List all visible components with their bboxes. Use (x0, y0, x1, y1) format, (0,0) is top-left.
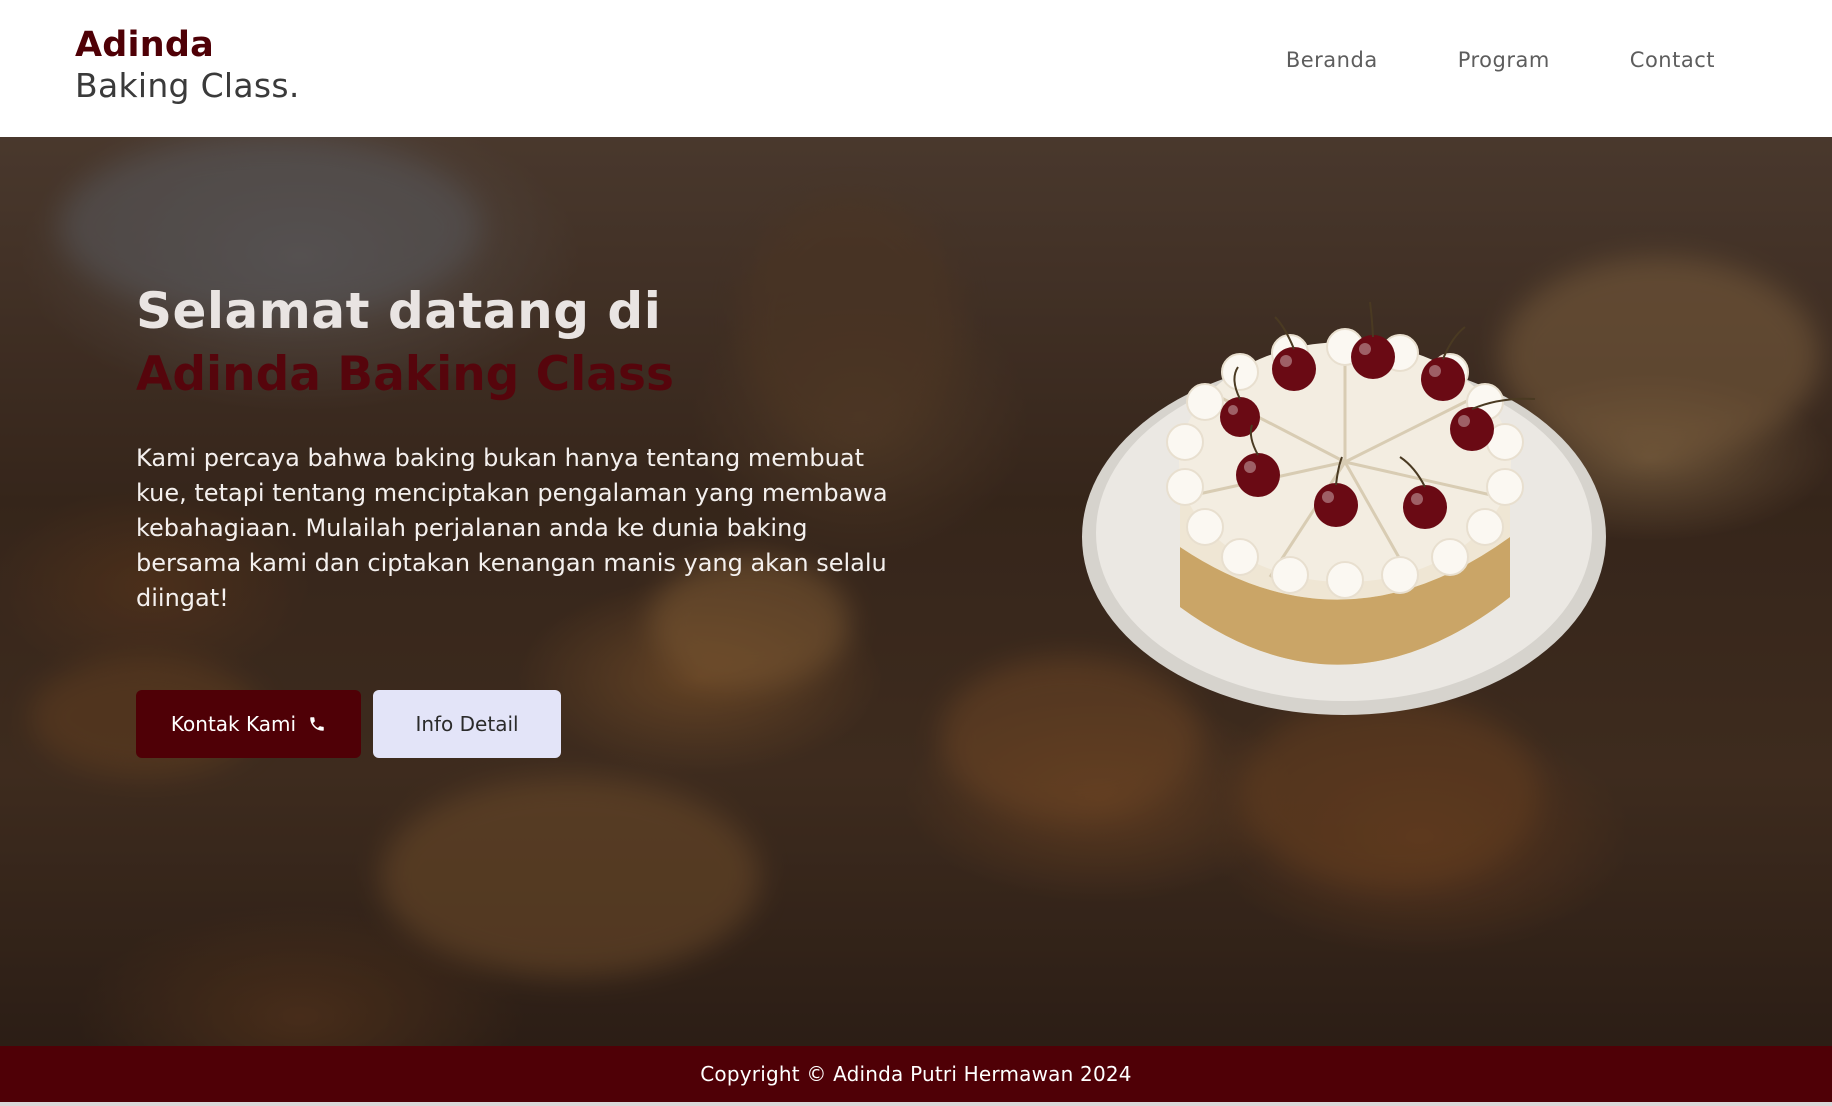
navbar: Adinda Baking Class. Beranda Program Con… (0, 0, 1832, 137)
hero-buttons: Kontak Kami Info Detail (136, 690, 561, 758)
contact-button-label: Kontak Kami (170, 712, 297, 736)
hero-greeting: Selamat datang di (136, 282, 662, 340)
hero-section: Selamat datang di Adinda Baking Class Ka… (0, 137, 1832, 1046)
footer-copyright: Copyright © Adinda Putri Hermawan 2024 (700, 1062, 1132, 1086)
bottom-divider (0, 1102, 1832, 1106)
nav-link-beranda[interactable]: Beranda (1286, 48, 1378, 72)
nav-link-contact[interactable]: Contact (1630, 48, 1715, 72)
phone-icon (310, 717, 324, 731)
hero-description: Kami percaya bahwa baking bukan hanya te… (136, 444, 888, 613)
footer: Copyright © Adinda Putri Hermawan 2024 (0, 1046, 1832, 1102)
hero-text: Selamat datang di Adinda Baking Class Ka… (136, 281, 896, 616)
brand-logo[interactable]: Adinda Baking Class. (75, 25, 300, 105)
contact-button[interactable]: Kontak Kami (136, 690, 361, 758)
brand-name: Adinda (75, 25, 214, 65)
nav-link-program[interactable]: Program (1458, 48, 1550, 72)
info-detail-button[interactable]: Info Detail (373, 690, 561, 758)
nav-menu: Beranda Program Contact (1286, 48, 1715, 72)
cake-image (1082, 301, 1606, 715)
brand-subtitle: Baking Class. (75, 66, 300, 105)
hero-title: Adinda Baking Class (136, 347, 674, 402)
